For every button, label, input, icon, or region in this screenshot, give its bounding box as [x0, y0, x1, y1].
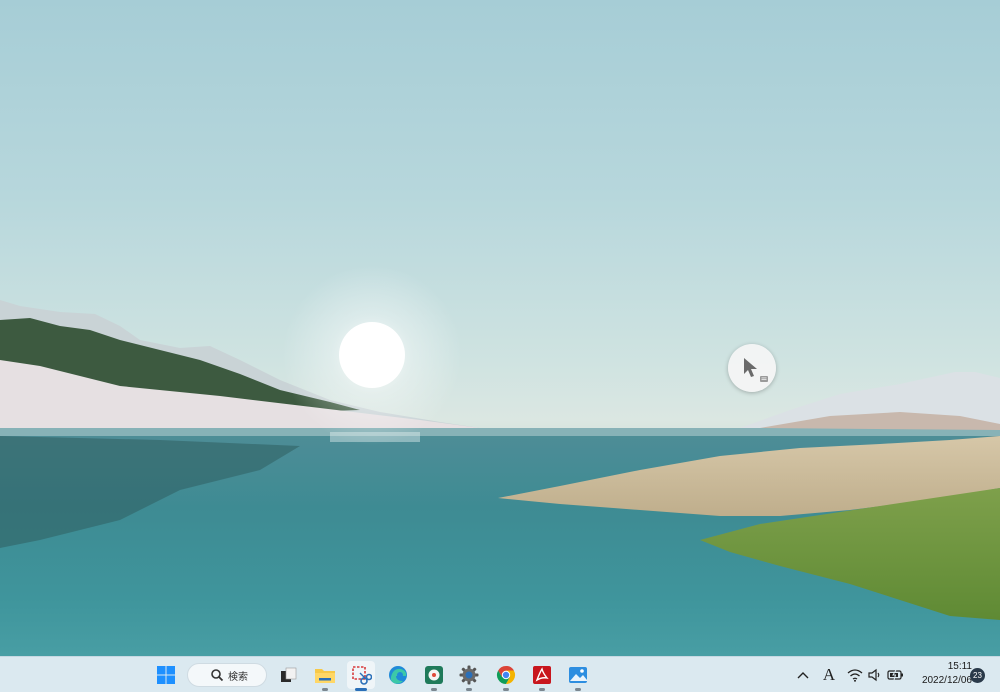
cursor-indicator-badge [728, 344, 776, 392]
clock-time: 15:11 [947, 661, 972, 672]
snipping-tool-button[interactable] [347, 661, 375, 691]
search-label: 検索 [228, 671, 248, 683]
battery-icon [886, 669, 903, 681]
battery-status[interactable] [886, 665, 904, 685]
notification-count-badge[interactable]: 23 [970, 668, 985, 683]
running-indicator [575, 688, 581, 691]
gear-icon [459, 665, 479, 685]
running-indicator [466, 688, 472, 691]
clock[interactable]: 15:11 2022/12/06 [908, 660, 972, 688]
photos-icon [569, 667, 587, 683]
wifi-icon [847, 669, 863, 682]
wifi-status[interactable] [846, 665, 864, 685]
green-app-button[interactable] [420, 661, 448, 691]
running-indicator [503, 688, 509, 691]
photos-button[interactable] [564, 661, 592, 691]
search-box[interactable]: 検索 [187, 663, 267, 687]
show-hidden-icons-button[interactable] [795, 665, 811, 685]
pdf-icon [533, 666, 551, 684]
snipping-tool-icon [352, 666, 372, 685]
settings-button[interactable] [455, 661, 483, 691]
edge-icon [389, 666, 407, 684]
chevron-up-icon [797, 672, 809, 679]
volume-status[interactable] [866, 665, 884, 685]
running-indicator [355, 688, 367, 691]
running-indicator [431, 688, 437, 691]
task-view-button[interactable] [274, 661, 302, 689]
running-indicator [539, 688, 545, 691]
chrome-button[interactable] [492, 661, 520, 691]
desktop [0, 0, 1000, 656]
ime-mode-button[interactable]: A [819, 665, 839, 685]
start-button[interactable] [152, 661, 180, 689]
running-indicator [322, 688, 328, 691]
mouse-pointer-icon [744, 358, 768, 382]
acrobat-button[interactable] [528, 661, 556, 691]
ime-indicator: A [822, 665, 836, 684]
taskbar: 検索 A 15:11 2022/12/06 23 [0, 656, 1000, 692]
edge-button[interactable] [384, 661, 412, 689]
clock-date: 2022/12/06 [921, 675, 972, 686]
speaker-icon [868, 668, 880, 682]
chrome-icon [496, 666, 516, 684]
green-app-icon [425, 666, 443, 684]
wallpaper-image [0, 265, 1000, 656]
windows-logo-icon [157, 666, 175, 684]
folder-icon [315, 669, 335, 683]
file-explorer-button[interactable] [311, 661, 339, 691]
search-icon [211, 669, 224, 682]
task-view-icon [281, 667, 297, 682]
